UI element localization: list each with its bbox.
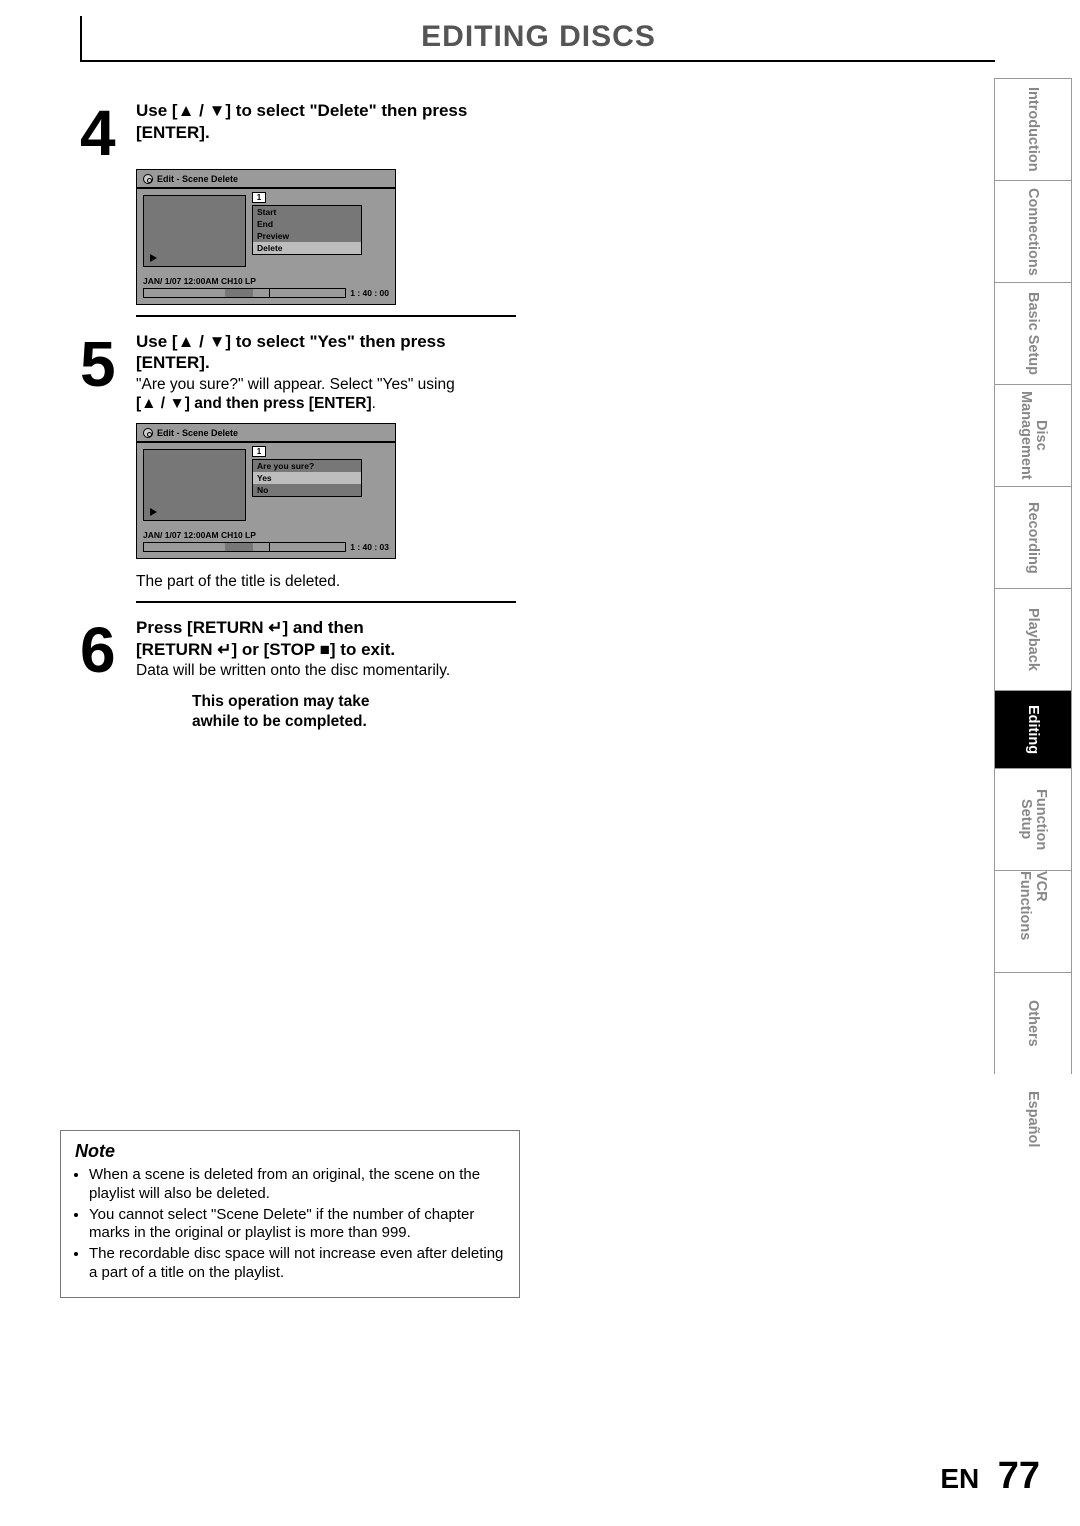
progress-bar [143, 542, 346, 552]
tab-connections[interactable]: Connections [994, 180, 1072, 282]
step6-desc: Data will be written onto the disc momen… [136, 661, 510, 680]
step6-line2c: ] to exit. [330, 640, 395, 659]
return-arrow-icon: ↵ [268, 618, 282, 637]
tab-others[interactable]: Others [994, 972, 1072, 1074]
tab-function-setup[interactable]: Function Setup [994, 768, 1072, 870]
note-box: Note When a scene is deleted from an ori… [60, 1130, 520, 1298]
note-item: The recordable disc space will not incre… [89, 1245, 505, 1283]
step5-desc2: [▲ / ▼] and then press [136, 395, 309, 412]
progress-time: 1 : 40 : 00 [350, 288, 389, 298]
tab-vcr-functions[interactable]: VCR Functions [994, 870, 1072, 972]
footer-lang: EN [940, 1463, 979, 1495]
step-number: 5 [80, 331, 136, 413]
preview-thumbnail [143, 449, 246, 521]
page-footer: EN 77 [0, 1455, 1040, 1498]
tab-recording[interactable]: Recording [994, 486, 1072, 588]
screen-footer: JAN/ 1/07 12:00AM CH10 LP [137, 273, 395, 288]
screen-title: Edit - Scene Delete [157, 428, 238, 438]
tab-introduction[interactable]: Introduction [994, 78, 1072, 180]
step6-line2a: [RETURN [136, 640, 217, 659]
preview-thumbnail [143, 195, 246, 267]
disc-icon [143, 174, 153, 184]
step4-instr-mid: / [194, 101, 208, 120]
note-item: When a scene is deleted from an original… [89, 1166, 505, 1204]
index-number: 1 [252, 446, 266, 457]
screen-step5: Edit - Scene Delete 1 Are you sure? Yes … [136, 423, 396, 559]
step6-line2b: ] or [STOP [231, 640, 319, 659]
index-number: 1 [252, 192, 266, 203]
step5-desc1: "Are you sure?" will appear. Select "Yes… [136, 376, 455, 393]
menu-item-selected: Yes [253, 472, 361, 484]
step5-instruction: Use [▲ / ▼] to select "Yes" then press [… [136, 331, 510, 374]
warn-line1: This operation may take [192, 692, 510, 711]
menu-item: Preview [253, 230, 361, 242]
step-5: 5 Use [▲ / ▼] to select "Yes" then press… [80, 331, 510, 413]
disc-icon [143, 428, 153, 438]
progress-time: 1 : 40 : 03 [350, 542, 389, 552]
step-4: 4 Use [▲ / ▼] to select "Delete" then pr… [80, 100, 510, 159]
step6-line1a: Press [RETURN [136, 618, 268, 637]
return-arrow-icon: ↵ [217, 640, 231, 659]
menu-item: Are you sure? [253, 460, 361, 472]
tab-playback[interactable]: Playback [994, 588, 1072, 690]
warn-line2: awhile to be completed. [192, 712, 510, 731]
tab-disc-management[interactable]: Disc Management [994, 384, 1072, 486]
step5-desc2c: . [372, 395, 376, 412]
tab-espanol[interactable]: Español [994, 1074, 1072, 1164]
step5-desc2b: [ENTER] [309, 395, 372, 412]
tab-basic-setup[interactable]: Basic Setup [994, 282, 1072, 384]
play-icon [150, 508, 157, 516]
play-icon [150, 254, 157, 262]
screen-footer: JAN/ 1/07 12:00AM CH10 LP [137, 527, 395, 542]
page-title: EDITING DISCS [82, 16, 995, 60]
progress-bar [143, 288, 346, 298]
menu-list: Are you sure? Yes No [252, 459, 362, 497]
menu-list: Start End Preview Delete [252, 205, 362, 255]
triangle-down-icon: ▼ [209, 101, 226, 120]
screen-title: Edit - Scene Delete [157, 174, 238, 184]
menu-item: End [253, 218, 361, 230]
screen-step4: Edit - Scene Delete 1 Start End Preview … [136, 169, 396, 305]
step-number: 4 [80, 100, 136, 159]
stop-square-icon: ■ [320, 640, 330, 659]
step5-after: The part of the title is deleted. [136, 573, 510, 591]
triangle-up-icon: ▲ [178, 101, 195, 120]
step-number: 6 [80, 617, 136, 680]
note-title: Note [75, 1141, 505, 1162]
tab-editing-active[interactable]: Editing [994, 690, 1072, 768]
page-header: EDITING DISCS [80, 16, 995, 62]
note-item: You cannot select "Scene Delete" if the … [89, 1206, 505, 1244]
step4-instr-pre: Use [ [136, 101, 178, 120]
menu-item: Start [253, 206, 361, 218]
step6-line1b: ] and then [283, 618, 364, 637]
menu-item-selected: Delete [253, 242, 361, 254]
side-tabs: Introduction Connections Basic Setup Dis… [994, 78, 1072, 1164]
footer-page-number: 77 [998, 1455, 1040, 1498]
step-6: 6 Press [RETURN ↵] and then [RETURN ↵] o… [80, 617, 510, 680]
menu-item: No [253, 484, 361, 496]
